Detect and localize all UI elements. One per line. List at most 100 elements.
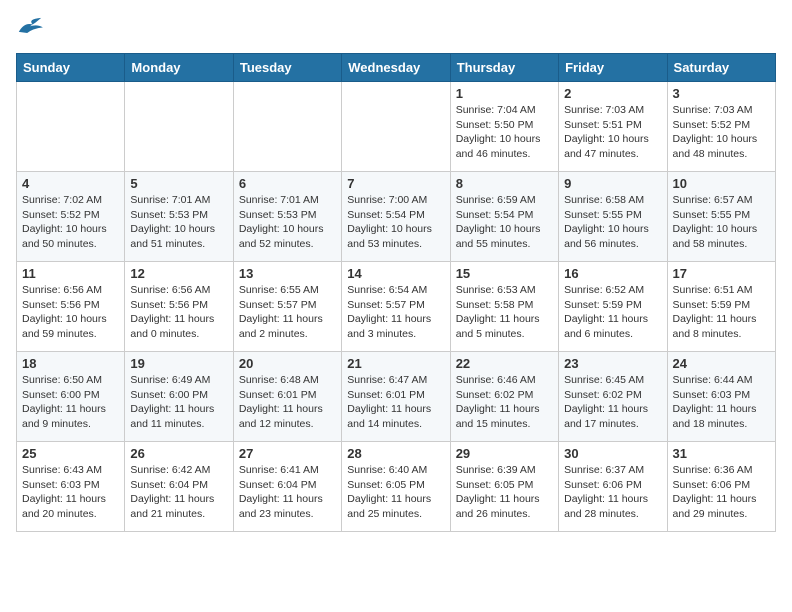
calendar-cell: 18 Sunrise: 6:50 AM Sunset: 6:00 PM Dayli… xyxy=(17,352,125,442)
day-number: 23 xyxy=(564,356,661,371)
day-number: 29 xyxy=(456,446,553,461)
col-header-tuesday: Tuesday xyxy=(233,54,341,82)
calendar-cell: 15 Sunrise: 6:53 AM Sunset: 5:58 PM Dayli… xyxy=(450,262,558,352)
day-number: 5 xyxy=(130,176,227,191)
calendar-cell: 14 Sunrise: 6:54 AM Sunset: 5:57 PM Dayli… xyxy=(342,262,450,352)
cell-content: Sunrise: 6:59 AM Sunset: 5:54 PM Dayligh… xyxy=(456,193,553,252)
bird-logo-icon xyxy=(16,16,44,36)
calendar-cell: 11Sunrise: 6:56 AM Sunset: 5:56 PM Dayli… xyxy=(17,262,125,352)
calendar-cell: 22Sunrise: 6:46 AM Sunset: 6:02 PM Dayli… xyxy=(450,352,558,442)
cell-content: Sunrise: 6:48 AM Sunset: 6:01 PM Dayligh… xyxy=(239,373,336,432)
calendar-cell: 29 Sunrise: 6:39 AM Sunset: 6:05 PM Dayli… xyxy=(450,442,558,532)
day-number: 26 xyxy=(130,446,227,461)
calendar-cell: 24Sunrise: 6:44 AM Sunset: 6:03 PM Dayli… xyxy=(667,352,775,442)
day-number: 17 xyxy=(673,266,770,281)
cell-content: Sunrise: 6:40 AM Sunset: 6:05 PM Dayligh… xyxy=(347,463,444,522)
cell-content: Sunrise: 7:01 AM Sunset: 5:53 PM Dayligh… xyxy=(239,193,336,252)
day-number: 19 xyxy=(130,356,227,371)
calendar-cell: 27 Sunrise: 6:41 AM Sunset: 6:04 PM Dayli… xyxy=(233,442,341,532)
cell-content: Sunrise: 6:42 AM Sunset: 6:04 PM Dayligh… xyxy=(130,463,227,522)
calendar-cell: 30 Sunrise: 6:37 AM Sunset: 6:06 PM Dayli… xyxy=(559,442,667,532)
day-number: 2 xyxy=(564,86,661,101)
day-number: 18 xyxy=(22,356,119,371)
cell-content: Sunrise: 6:58 AM Sunset: 5:55 PM Dayligh… xyxy=(564,193,661,252)
cell-content: Sunrise: 6:52 AM Sunset: 5:59 PM Dayligh… xyxy=(564,283,661,342)
cell-content: Sunrise: 6:50 AM Sunset: 6:00 PM Dayligh… xyxy=(22,373,119,432)
calendar-cell: 2 Sunrise: 7:03 AM Sunset: 5:51 PM Daylig… xyxy=(559,82,667,172)
day-number: 15 xyxy=(456,266,553,281)
cell-content: Sunrise: 6:56 AM Sunset: 5:56 PM Dayligh… xyxy=(130,283,227,342)
cell-content: Sunrise: 6:54 AM Sunset: 5:57 PM Dayligh… xyxy=(347,283,444,342)
calendar-cell: 16 Sunrise: 6:52 AM Sunset: 5:59 PM Dayli… xyxy=(559,262,667,352)
col-header-wednesday: Wednesday xyxy=(342,54,450,82)
calendar-cell: 9 Sunrise: 6:58 AM Sunset: 5:55 PM Daylig… xyxy=(559,172,667,262)
cell-content: Sunrise: 7:01 AM Sunset: 5:53 PM Dayligh… xyxy=(130,193,227,252)
cell-content: Sunrise: 6:45 AM Sunset: 6:02 PM Dayligh… xyxy=(564,373,661,432)
calendar-cell: 10 Sunrise: 6:57 AM Sunset: 5:55 PM Dayli… xyxy=(667,172,775,262)
cell-content: Sunrise: 7:00 AM Sunset: 5:54 PM Dayligh… xyxy=(347,193,444,252)
calendar-cell: 8Sunrise: 6:59 AM Sunset: 5:54 PM Daylig… xyxy=(450,172,558,262)
day-number: 1 xyxy=(456,86,553,101)
cell-content: Sunrise: 6:44 AM Sunset: 6:03 PM Dayligh… xyxy=(673,373,770,432)
header-row: SundayMondayTuesdayWednesdayThursdayFrid… xyxy=(17,54,776,82)
calendar-cell: 19Sunrise: 6:49 AM Sunset: 6:00 PM Dayli… xyxy=(125,352,233,442)
calendar-cell: 1Sunrise: 7:04 AM Sunset: 5:50 PM Daylig… xyxy=(450,82,558,172)
day-number: 4 xyxy=(22,176,119,191)
cell-content: Sunrise: 6:36 AM Sunset: 6:06 PM Dayligh… xyxy=(673,463,770,522)
day-number: 9 xyxy=(564,176,661,191)
cell-content: Sunrise: 7:03 AM Sunset: 5:51 PM Dayligh… xyxy=(564,103,661,162)
logo xyxy=(16,16,44,41)
calendar-table: SundayMondayTuesdayWednesdayThursdayFrid… xyxy=(16,53,776,532)
day-number: 28 xyxy=(347,446,444,461)
calendar-cell: 17 Sunrise: 6:51 AM Sunset: 5:59 PM Dayli… xyxy=(667,262,775,352)
calendar-cell: 20Sunrise: 6:48 AM Sunset: 6:01 PM Dayli… xyxy=(233,352,341,442)
day-number: 21 xyxy=(347,356,444,371)
calendar-cell xyxy=(233,82,341,172)
day-number: 3 xyxy=(673,86,770,101)
cell-content: Sunrise: 6:37 AM Sunset: 6:06 PM Dayligh… xyxy=(564,463,661,522)
day-number: 7 xyxy=(347,176,444,191)
header xyxy=(16,16,776,41)
week-row-5: 25 Sunrise: 6:43 AM Sunset: 6:03 PM Dayli… xyxy=(17,442,776,532)
calendar-cell xyxy=(17,82,125,172)
cell-content: Sunrise: 6:39 AM Sunset: 6:05 PM Dayligh… xyxy=(456,463,553,522)
week-row-2: 4Sunrise: 7:02 AM Sunset: 5:52 PM Daylig… xyxy=(17,172,776,262)
cell-content: Sunrise: 6:53 AM Sunset: 5:58 PM Dayligh… xyxy=(456,283,553,342)
calendar-cell: 4Sunrise: 7:02 AM Sunset: 5:52 PM Daylig… xyxy=(17,172,125,262)
col-header-thursday: Thursday xyxy=(450,54,558,82)
cell-content: Sunrise: 6:43 AM Sunset: 6:03 PM Dayligh… xyxy=(22,463,119,522)
calendar-cell: 25 Sunrise: 6:43 AM Sunset: 6:03 PM Dayli… xyxy=(17,442,125,532)
col-header-friday: Friday xyxy=(559,54,667,82)
cell-content: Sunrise: 6:47 AM Sunset: 6:01 PM Dayligh… xyxy=(347,373,444,432)
cell-content: Sunrise: 6:57 AM Sunset: 5:55 PM Dayligh… xyxy=(673,193,770,252)
day-number: 10 xyxy=(673,176,770,191)
cell-content: Sunrise: 6:41 AM Sunset: 6:04 PM Dayligh… xyxy=(239,463,336,522)
calendar-cell xyxy=(342,82,450,172)
calendar-cell: 5 Sunrise: 7:01 AM Sunset: 5:53 PM Daylig… xyxy=(125,172,233,262)
calendar-cell: 13 Sunrise: 6:55 AM Sunset: 5:57 PM Dayli… xyxy=(233,262,341,352)
cell-content: Sunrise: 7:03 AM Sunset: 5:52 PM Dayligh… xyxy=(673,103,770,162)
day-number: 6 xyxy=(239,176,336,191)
day-number: 13 xyxy=(239,266,336,281)
day-number: 25 xyxy=(22,446,119,461)
day-number: 27 xyxy=(239,446,336,461)
week-row-1: 1Sunrise: 7:04 AM Sunset: 5:50 PM Daylig… xyxy=(17,82,776,172)
calendar-cell: 28 Sunrise: 6:40 AM Sunset: 6:05 PM Dayli… xyxy=(342,442,450,532)
day-number: 14 xyxy=(347,266,444,281)
calendar-cell: 7 Sunrise: 7:00 AM Sunset: 5:54 PM Daylig… xyxy=(342,172,450,262)
calendar-cell: 31 Sunrise: 6:36 AM Sunset: 6:06 PM Dayli… xyxy=(667,442,775,532)
calendar-cell: 23 Sunrise: 6:45 AM Sunset: 6:02 PM Dayli… xyxy=(559,352,667,442)
cell-content: Sunrise: 6:55 AM Sunset: 5:57 PM Dayligh… xyxy=(239,283,336,342)
calendar-cell: 12Sunrise: 6:56 AM Sunset: 5:56 PM Dayli… xyxy=(125,262,233,352)
week-row-3: 11Sunrise: 6:56 AM Sunset: 5:56 PM Dayli… xyxy=(17,262,776,352)
day-number: 31 xyxy=(673,446,770,461)
calendar-cell: 6 Sunrise: 7:01 AM Sunset: 5:53 PM Daylig… xyxy=(233,172,341,262)
col-header-saturday: Saturday xyxy=(667,54,775,82)
calendar-cell: 3 Sunrise: 7:03 AM Sunset: 5:52 PM Daylig… xyxy=(667,82,775,172)
week-row-4: 18 Sunrise: 6:50 AM Sunset: 6:00 PM Dayli… xyxy=(17,352,776,442)
day-number: 16 xyxy=(564,266,661,281)
cell-content: Sunrise: 6:51 AM Sunset: 5:59 PM Dayligh… xyxy=(673,283,770,342)
col-header-sunday: Sunday xyxy=(17,54,125,82)
day-number: 30 xyxy=(564,446,661,461)
day-number: 22 xyxy=(456,356,553,371)
